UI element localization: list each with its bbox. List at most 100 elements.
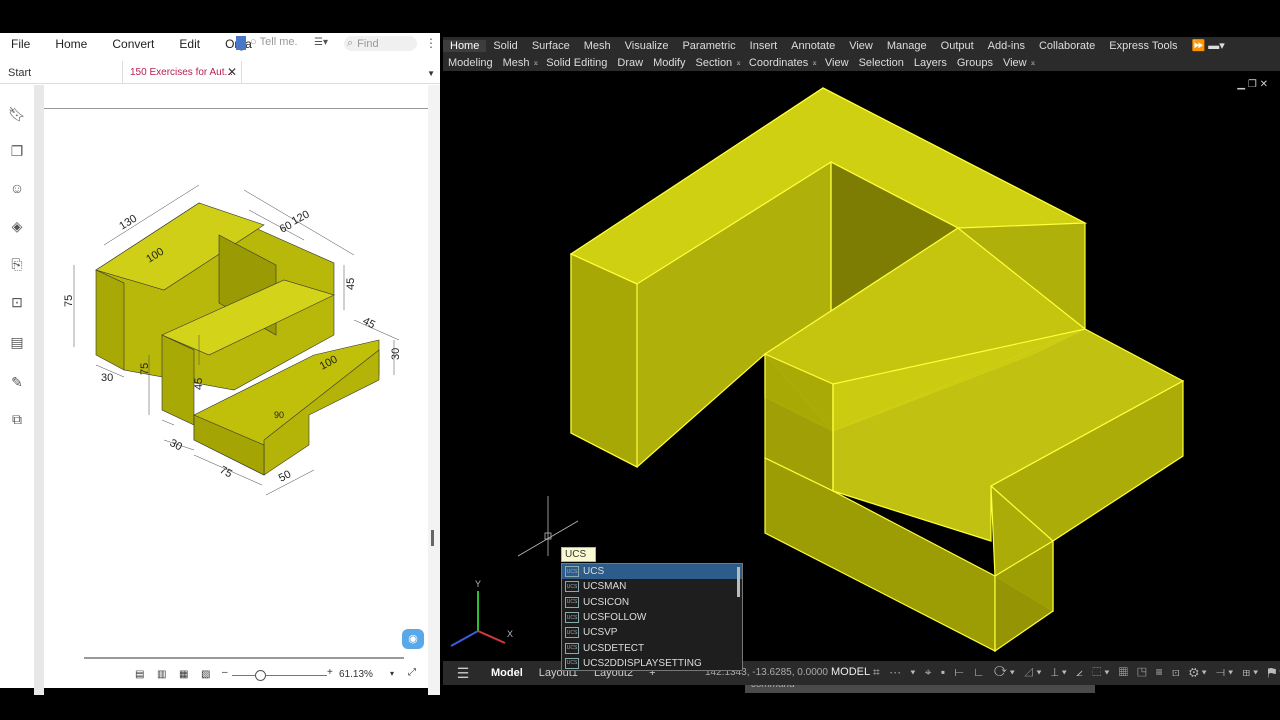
bookmark-icon[interactable]: 🔖︎ [8,105,26,123]
autocomplete-list[interactable]: UCS UCS UCS UCSMAN UCS UCSICON UCS UCSFOLLOW… [561,563,743,671]
pdf-vertical-scrollbar[interactable] [428,85,440,695]
attachment-icon[interactable]: ⎘ [8,255,26,273]
zoom-slider[interactable] [232,675,327,676]
panel-expand-icon[interactable]: ⌅ [1030,58,1037,67]
pdf-left-gutter [34,85,44,695]
panel-coordinates[interactable]: Coordinates [744,57,813,69]
panel-expand-icon[interactable]: ⌅ [811,58,818,67]
ribbon-overflow-icon[interactable]: ⏩ ▬▾ [1185,39,1232,52]
tab-add-ins[interactable]: Add-ins [981,40,1032,52]
panel-layers[interactable]: Layers [909,57,952,69]
tab-collaborate[interactable]: Collaborate [1032,40,1102,52]
tab-parametric[interactable]: Parametric [675,40,742,52]
menu-home[interactable]: Home [44,37,101,51]
panel-section[interactable]: Section [690,57,737,69]
autocomplete-item-ucsfollow[interactable]: UCS UCSFOLLOW [562,610,742,625]
panel-view-2[interactable]: View [998,57,1032,69]
dim-90: 90 [274,410,284,420]
dim-130: 130 [117,213,139,233]
form-icon[interactable]: ▤ [8,333,26,351]
tell-me-box[interactable]: ○ Tell me. [250,36,298,48]
panel-modeling[interactable]: Modeling [443,57,498,69]
autocomplete-item-ucsdetect[interactable]: UCS UCSDETECT [562,640,742,655]
pdf-horizontal-scrollbar[interactable] [84,657,404,659]
sign-icon[interactable]: ✎ [8,373,26,391]
menu-edit[interactable]: Edit [168,37,214,51]
tab-express-tools[interactable]: Express Tools [1102,40,1184,52]
tab-mesh[interactable]: Mesh [577,40,618,52]
continuous-page-icon[interactable]: ▥ [157,669,166,680]
tab-manage[interactable]: Manage [880,40,934,52]
tab-solid[interactable]: Solid [486,40,524,52]
tab-document[interactable]: 150 Exercises for Aut... ✕ [122,61,242,83]
pages-icon[interactable]: ❐ [8,142,26,160]
tab-document-label: 150 Exercises for Aut... [130,66,233,78]
autocomplete-item-ucs2ddisplaysetting[interactable]: UCS UCS2DDISPLAYSETTING [562,656,742,671]
panel-groups[interactable]: Groups [952,57,998,69]
facing-page-icon[interactable]: ▦ [179,669,188,680]
pdf-status-bar: ▤ ▥ ▦ ▧ – + 61.13% ▾ ⤢ [0,663,440,688]
tab-start[interactable]: Start [8,67,31,79]
menu-file[interactable]: File [0,37,44,51]
panel-selection[interactable]: Selection [854,57,909,69]
tab-list-dropdown-icon[interactable]: ▼ [427,69,435,78]
isometric-drawing: 130 120 60 100 75 45 45 30 100 30 75 45 … [63,184,402,496]
compare-icon[interactable]: ⧉ [8,410,26,428]
panel-mesh[interactable]: Mesh [498,57,535,69]
close-tab-icon[interactable]: ✕ [227,65,237,79]
panel-view[interactable]: View [820,57,854,69]
find-placeholder: Find [357,37,379,50]
panel-draw[interactable]: Draw [612,57,648,69]
dim-45-right: 45 [345,278,357,290]
zoom-level[interactable]: 61.13% [339,669,373,680]
tab-view[interactable]: View [842,40,880,52]
drafting-toggles-icon[interactable]: ⌗ ⋯ ▾ ⌖ ▪ ⊢ ∟ ⟳▾ ◿▾ ⊥▾ ∠ ⬚▾ ▦ ◳ ≡ ⊡ ⚙▾ ⊣… [873,665,1280,680]
tab-insert[interactable]: Insert [743,40,785,52]
layers-icon[interactable]: ◈ [8,217,26,235]
autocomplete-item-ucs[interactable]: UCS UCS [562,564,742,580]
tab-annotate[interactable]: Annotate [784,40,842,52]
menu-overflow-icon[interactable] [236,36,246,50]
panel-expand-icon[interactable]: ⌅ [735,58,742,67]
pdf-viewer: File Home Convert Edit Orga ○ Tell me. ☰… [0,33,440,695]
more-options-icon[interactable]: ⋮ [425,36,437,50]
cover-page-icon[interactable]: ▧ [201,669,210,680]
search-options-icon[interactable]: ☰▾ [314,37,328,48]
dim-30-bottom: 30 [101,372,113,384]
hamburger-menu-icon[interactable]: ☰ [443,665,483,682]
autocomplete-item-ucsicon[interactable]: UCS UCSICON [562,595,742,610]
panel-solid-editing[interactable]: Solid Editing [541,57,612,69]
scroll-thumb[interactable] [431,530,434,546]
lock-icon[interactable]: ⊡ [8,293,26,311]
panel-expand-icon[interactable]: ⌅ [533,58,540,67]
zoom-out-icon[interactable]: – [222,667,228,678]
autocomplete-item-ucsvp[interactable]: UCS UCSVP [562,625,742,640]
tab-visualize[interactable]: Visualize [618,40,676,52]
menu-convert[interactable]: Convert [101,37,168,51]
autocomplete-item-ucsman[interactable]: UCS UCSMAN [562,579,742,594]
ucs-command-icon: UCS [565,642,579,654]
comment-icon[interactable]: ☺ [8,179,26,197]
tab-home[interactable]: Home [443,39,487,52]
dim-75-left: 75 [63,295,75,307]
single-page-icon[interactable]: ▤ [135,669,144,680]
assistant-icon[interactable]: ◉ [402,629,424,649]
tab-model[interactable]: Model [483,667,531,679]
fullscreen-icon[interactable]: ⤢ [408,667,416,678]
autocomplete-scrollbar[interactable] [737,567,740,597]
find-input[interactable]: ⌕ Find [344,36,417,51]
ucs-command-icon: UCS [565,657,579,669]
ucs-command-icon: UCS [565,596,579,608]
tab-output[interactable]: Output [934,40,981,52]
model-space-toggle[interactable]: MODEL [831,666,870,678]
zoom-dropdown-icon[interactable]: ▾ [390,669,394,678]
dim-45-mid: 45 [193,378,205,390]
zoom-slider-knob[interactable] [255,670,266,681]
svg-text:Y: Y [475,579,481,589]
ribbon-tabs: Home Solid Surface Mesh Visualize Parame… [443,37,1280,54]
pdf-page: 130 120 60 100 75 45 45 30 100 30 75 45 … [44,85,428,685]
dim-75-mid: 75 [139,363,151,375]
panel-modify[interactable]: Modify [648,57,690,69]
zoom-in-icon[interactable]: + [327,667,333,678]
tab-surface[interactable]: Surface [525,40,577,52]
